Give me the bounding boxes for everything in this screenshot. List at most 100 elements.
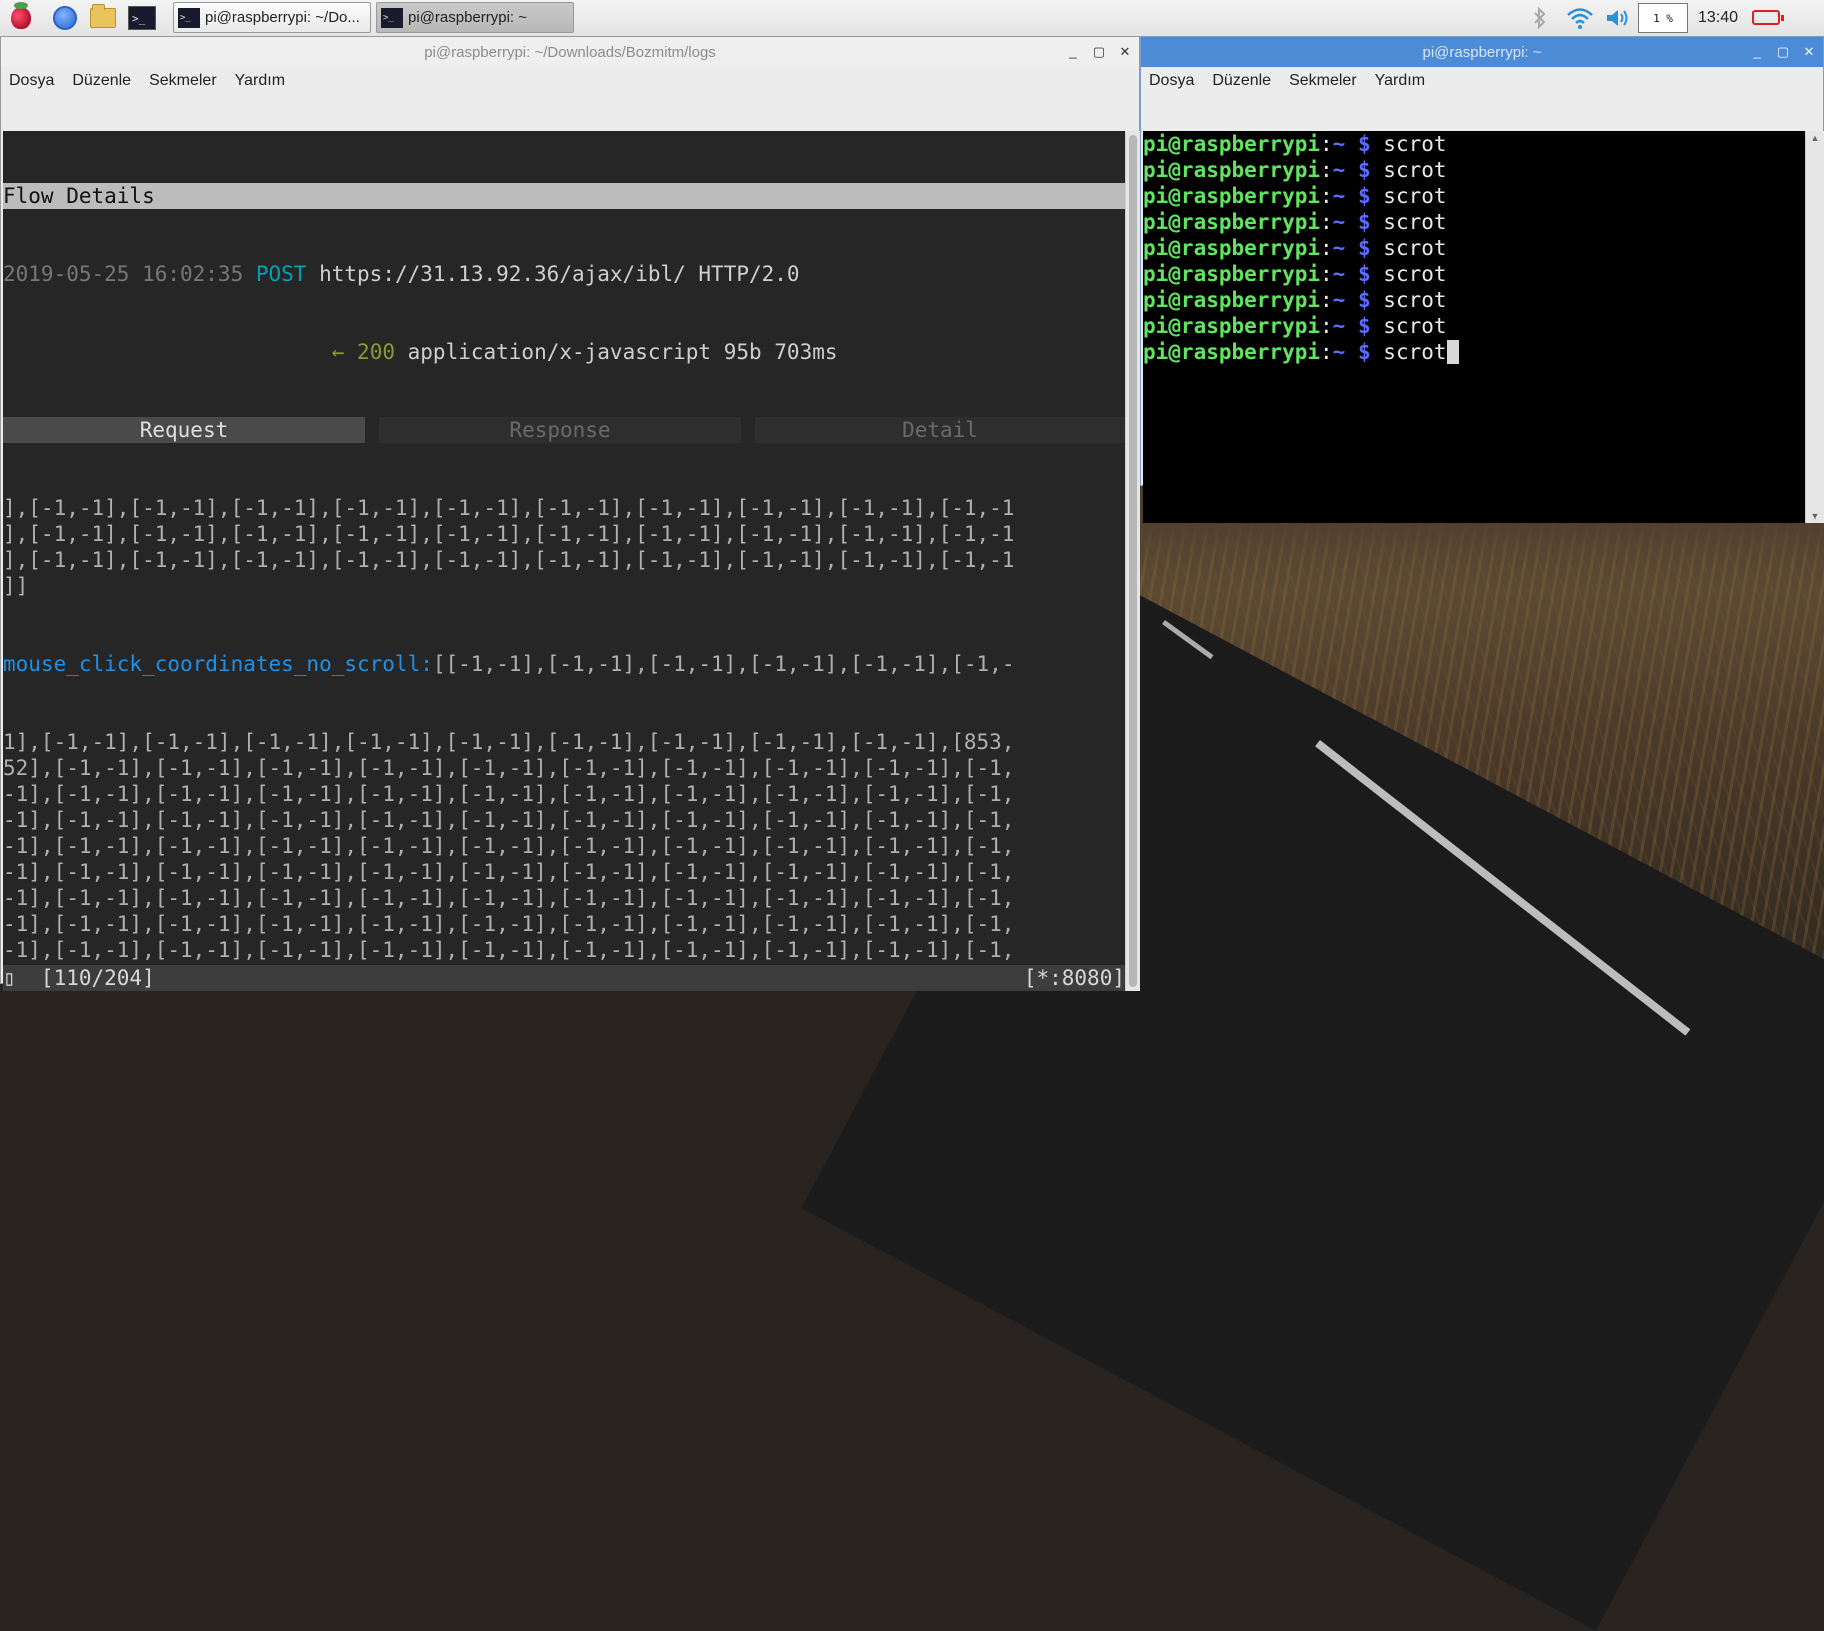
minimize-button[interactable]: _ bbox=[1065, 44, 1081, 60]
window-title: pi@raspberrypi: ~/Downloads/Bozmitm/logs bbox=[424, 43, 716, 61]
prompt-dollar: $ bbox=[1357, 262, 1371, 286]
menu-sekmeler[interactable]: Sekmeler bbox=[149, 72, 217, 90]
window-titlebar[interactable]: pi@raspberrypi: ~/Downloads/Bozmitm/logs… bbox=[1, 37, 1139, 67]
terminal-output-mitmproxy[interactable]: Flow Details 2019-05-25 16:02:35 POST ht… bbox=[3, 131, 1125, 991]
terminal-output-bash[interactable]: pi@raspberrypi:~ $ scrot pi@raspberrypi:~… bbox=[1143, 131, 1805, 523]
shell-line: pi@raspberrypi:~ $ scrot bbox=[1143, 339, 1805, 365]
prompt-dollar: $ bbox=[1357, 236, 1371, 260]
prompt-path: ~ bbox=[1332, 210, 1346, 234]
menu-duzenle[interactable]: Düzenle bbox=[1212, 72, 1271, 90]
status-code: 200 bbox=[357, 340, 395, 364]
battery-icon[interactable] bbox=[1752, 10, 1784, 25]
shell-line: pi@raspberrypi:~ $ scrot bbox=[1143, 131, 1805, 157]
scrollbar-thumb[interactable] bbox=[1129, 135, 1137, 987]
menu-duzenle[interactable]: Düzenle bbox=[72, 72, 131, 90]
prompt-colon: : bbox=[1320, 314, 1333, 338]
taskbar-button-label: pi@raspberrypi: ~/Do... bbox=[205, 9, 360, 26]
menu-dosya[interactable]: Dosya bbox=[9, 72, 54, 90]
request-body-key-line: mouse_click_coordinates_no_scroll:[[-1,-… bbox=[3, 651, 1125, 677]
menu-dosya[interactable]: Dosya bbox=[1149, 72, 1194, 90]
terminal-icon: >_ bbox=[178, 7, 200, 28]
prompt-path: ~ bbox=[1332, 314, 1346, 338]
prompt-colon: : bbox=[1320, 236, 1333, 260]
terminal-window-home: pi@raspberrypi: ~ _ ▢ ✕ Dosya Düzenle Se… bbox=[1140, 36, 1824, 523]
scroll-down-arrow-icon[interactable]: ▼ bbox=[1809, 511, 1821, 521]
body-text-line: 52],[-1,-1],[-1,-1],[-1,-1],[-1,-1],[-1,… bbox=[3, 756, 1015, 780]
cpu-usage-value: 1 % bbox=[1653, 11, 1673, 25]
window-titlebar[interactable]: pi@raspberrypi: ~ _ ▢ ✕ bbox=[1141, 37, 1823, 67]
taskbar: >_ >_ pi@raspberrypi: ~/Do... >_ pi@rasp… bbox=[0, 0, 1824, 37]
clock[interactable]: 13:40 bbox=[1698, 0, 1738, 36]
body-text-line: -1],[-1,-1],[-1,-1],[-1,-1],[-1,-1],[-1,… bbox=[3, 860, 1015, 884]
menubar: Dosya Düzenle Sekmeler Yardım bbox=[1141, 67, 1823, 95]
volume-icon[interactable] bbox=[1604, 6, 1632, 30]
body-text-line: 1],[-1,-1],[-1,-1],[-1,-1],[-1,-1],[-1,-… bbox=[3, 730, 1015, 754]
raspberry-menu-icon[interactable] bbox=[6, 2, 36, 33]
scroll-up-arrow-icon[interactable]: ▲ bbox=[1809, 133, 1821, 143]
flow-url: https://31.13.92.36/ajax/ibl/ HTTP/2.0 bbox=[319, 262, 800, 286]
cpu-monitor[interactable]: 1 % bbox=[1638, 3, 1688, 33]
body-text-line: ],[-1,-1],[-1,-1],[-1,-1],[-1,-1],[-1,-1… bbox=[3, 548, 1015, 572]
close-button[interactable]: ✕ bbox=[1801, 44, 1817, 60]
prompt-colon: : bbox=[1320, 262, 1333, 286]
shell-line: pi@raspberrypi:~ $ scrot bbox=[1143, 261, 1805, 287]
prompt-colon: : bbox=[1320, 210, 1333, 234]
wifi-icon[interactable] bbox=[1566, 6, 1594, 30]
prompt-user-host: pi@raspberrypi bbox=[1143, 158, 1321, 182]
file-manager-icon[interactable] bbox=[88, 3, 118, 33]
prompt-user-host: pi@raspberrypi bbox=[1143, 236, 1321, 260]
body-key: mouse_click_coordinates_no_scroll: bbox=[3, 652, 433, 676]
body-text-line: ]] bbox=[3, 574, 29, 598]
web-browser-icon[interactable] bbox=[50, 3, 80, 33]
prompt-path: ~ bbox=[1332, 288, 1346, 312]
flow-details-header: Flow Details bbox=[3, 183, 1125, 209]
bluetooth-icon[interactable] bbox=[1532, 6, 1548, 30]
scrollbar[interactable]: ▲ ▼ bbox=[1805, 131, 1824, 523]
prompt-user-host: pi@raspberrypi bbox=[1143, 288, 1321, 312]
menu-yardim[interactable]: Yardım bbox=[1375, 72, 1425, 90]
listen-address: [*:8080] bbox=[1023, 966, 1125, 990]
tab-response[interactable]: Response bbox=[379, 417, 741, 443]
response-info: application/x-javascript 95b 703ms bbox=[407, 340, 838, 364]
shell-command: scrot bbox=[1383, 340, 1447, 364]
shell-line: pi@raspberrypi:~ $ scrot bbox=[1143, 235, 1805, 261]
prompt-colon: : bbox=[1320, 184, 1333, 208]
scrollbar[interactable] bbox=[1125, 131, 1140, 991]
maximize-button[interactable]: ▢ bbox=[1775, 44, 1791, 60]
shell-command: scrot bbox=[1383, 288, 1447, 312]
text-cursor bbox=[1446, 340, 1459, 364]
flow-position: ▯ [110/204] bbox=[3, 966, 155, 990]
prompt-colon: : bbox=[1320, 158, 1333, 182]
prompt-dollar: $ bbox=[1357, 158, 1371, 182]
request-body-continued: 1],[-1,-1],[-1,-1],[-1,-1],[-1,-1],[-1,-… bbox=[3, 729, 1125, 991]
terminal-icon[interactable]: >_ bbox=[127, 3, 157, 33]
prompt-dollar: $ bbox=[1357, 314, 1371, 338]
tab-detail[interactable]: Detail bbox=[755, 417, 1125, 443]
menu-yardim[interactable]: Yardım bbox=[235, 72, 285, 90]
minimize-button[interactable]: _ bbox=[1749, 44, 1765, 60]
taskbar-button-home-terminal[interactable]: >_ pi@raspberrypi: ~ bbox=[376, 2, 574, 33]
prompt-path: ~ bbox=[1332, 158, 1346, 182]
taskbar-button-logs-terminal[interactable]: >_ pi@raspberrypi: ~/Do... bbox=[173, 2, 371, 33]
prompt-dollar: $ bbox=[1357, 340, 1371, 364]
maximize-button[interactable]: ▢ bbox=[1091, 44, 1107, 60]
menu-sekmeler[interactable]: Sekmeler bbox=[1289, 72, 1357, 90]
mitmproxy-status-bar: ▯ [110/204] [*:8080] bbox=[3, 965, 1125, 991]
prompt-user-host: pi@raspberrypi bbox=[1143, 314, 1321, 338]
body-text-line: -1],[-1,-1],[-1,-1],[-1,-1],[-1,-1],[-1,… bbox=[3, 886, 1015, 910]
shell-command: scrot bbox=[1383, 184, 1447, 208]
prompt-dollar: $ bbox=[1357, 210, 1371, 234]
window-title: pi@raspberrypi: ~ bbox=[1422, 43, 1542, 61]
flow-request-line: 2019-05-25 16:02:35 POST https://31.13.9… bbox=[3, 261, 1125, 287]
prompt-user-host: pi@raspberrypi bbox=[1143, 210, 1321, 234]
prompt-path: ~ bbox=[1332, 262, 1346, 286]
shell-command: scrot bbox=[1383, 158, 1447, 182]
terminal-window-logs: pi@raspberrypi: ~/Downloads/Bozmitm/logs… bbox=[0, 36, 1140, 991]
prompt-user-host: pi@raspberrypi bbox=[1143, 132, 1321, 156]
shell-line: pi@raspberrypi:~ $ scrot bbox=[1143, 157, 1805, 183]
close-button[interactable]: ✕ bbox=[1117, 44, 1133, 60]
prompt-dollar: $ bbox=[1357, 132, 1371, 156]
prompt-user-host: pi@raspberrypi bbox=[1143, 262, 1321, 286]
shell-command: scrot bbox=[1383, 262, 1447, 286]
tab-request[interactable]: Request bbox=[3, 417, 365, 443]
